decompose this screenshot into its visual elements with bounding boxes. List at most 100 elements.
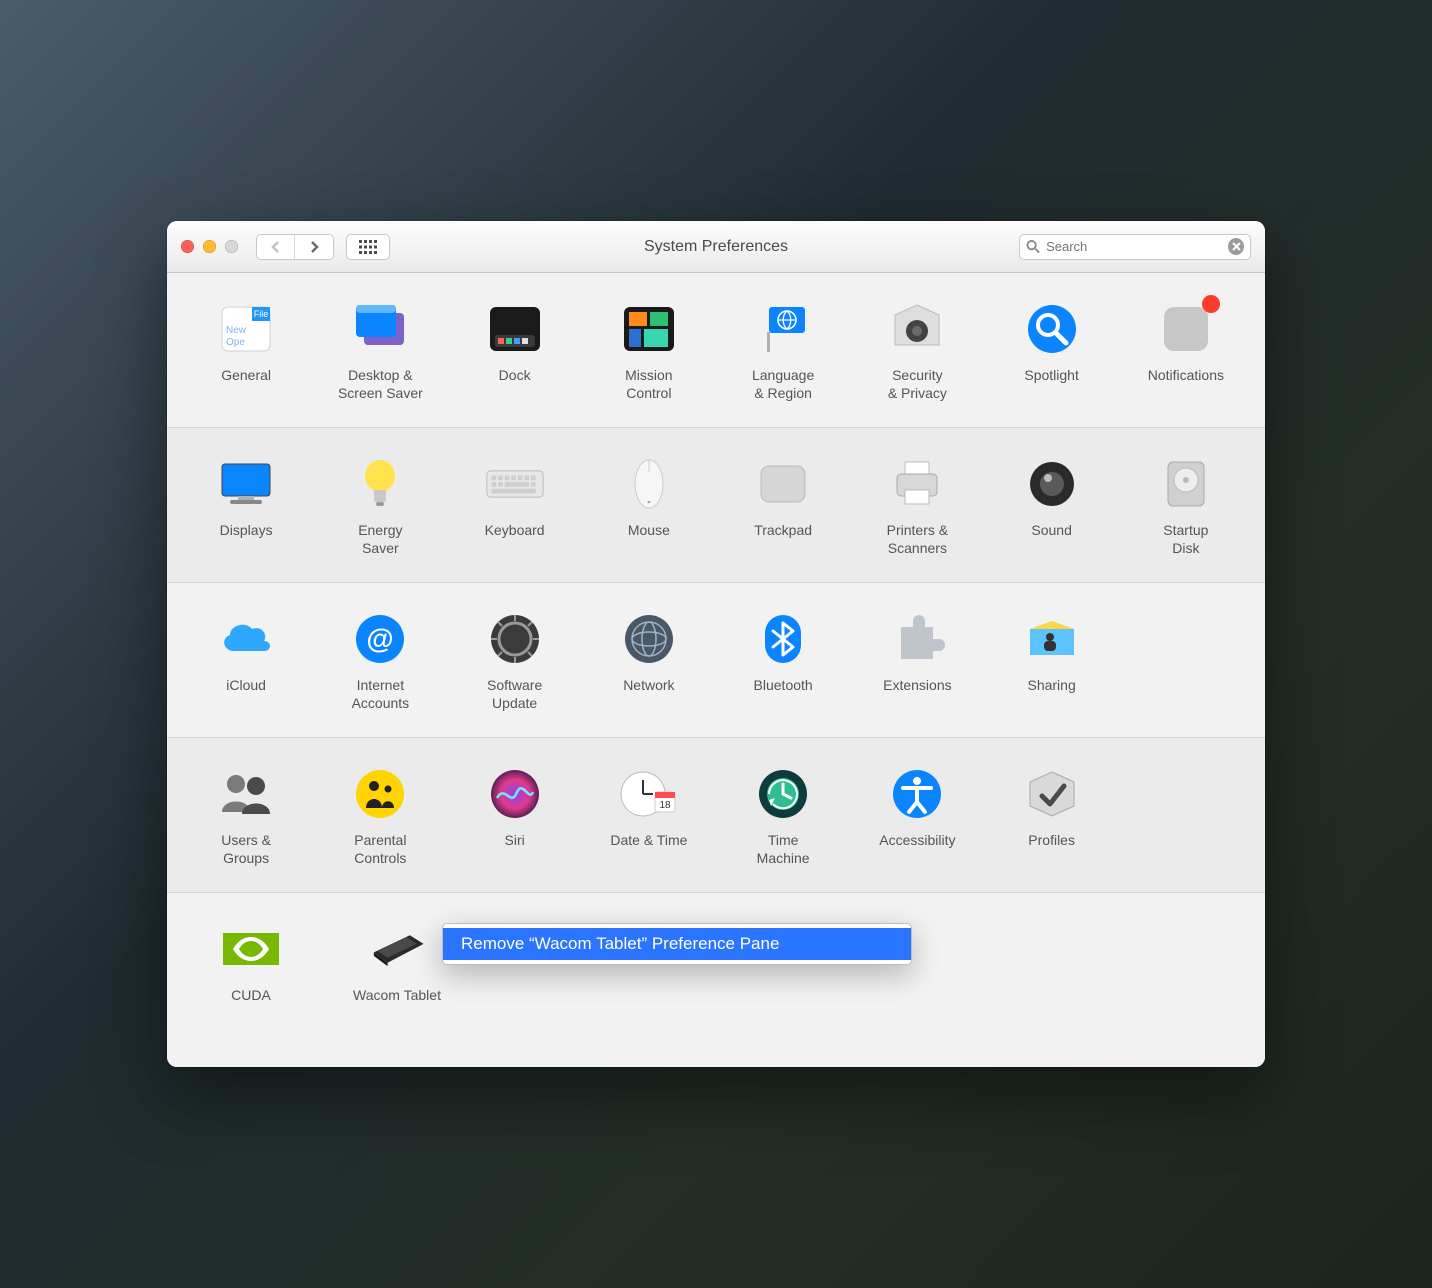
pref-label: iCloud [226,677,266,713]
language-icon [753,299,813,359]
time-machine-icon [753,764,813,824]
pref-siri[interactable]: Siri [448,760,582,872]
pref-label: Siri [505,832,525,868]
pref-row-1: FileNewOpe General Desktop &Screen Saver… [167,273,1265,428]
pref-label: Extensions [883,677,951,713]
pref-label: Accessibility [879,832,955,868]
siri-icon [485,764,545,824]
pref-label: Mouse [628,522,670,558]
startup-disk-icon [1156,454,1216,514]
pref-label: Notifications [1148,367,1224,403]
security-icon [887,299,947,359]
pref-users-groups[interactable]: Users &Groups [179,760,313,872]
pref-sound[interactable]: Sound [985,450,1119,562]
mission-control-icon [619,299,679,359]
pref-internet-accounts[interactable]: @ InternetAccounts [313,605,447,717]
pref-sharing[interactable]: Sharing [985,605,1119,717]
pref-general[interactable]: FileNewOpe General [179,295,313,407]
extensions-icon [887,609,947,669]
pref-security[interactable]: Security& Privacy [850,295,984,407]
parental-icon [350,764,410,824]
pref-energy-saver[interactable]: EnergySaver [313,450,447,562]
pref-software-update[interactable]: SoftwareUpdate [448,605,582,717]
pref-label: Dock [499,367,531,403]
svg-text:Ope: Ope [226,337,245,348]
window-controls [181,240,238,253]
search-icon [1026,239,1040,254]
pref-startup-disk[interactable]: StartupDisk [1119,450,1253,562]
pref-label: Language& Region [752,367,814,403]
pref-bluetooth[interactable]: Bluetooth [716,605,850,717]
users-icon [216,764,276,824]
pref-label: Wacom Tablet [353,987,441,1023]
pref-network[interactable]: Network [582,605,716,717]
pref-extensions[interactable]: Extensions [850,605,984,717]
back-button[interactable] [257,235,295,259]
pref-language-region[interactable]: Language& Region [716,295,850,407]
pref-label: Bluetooth [754,677,813,713]
network-icon [619,609,679,669]
search-input[interactable] [1046,239,1222,254]
sharing-icon [1022,609,1082,669]
grid-icon [359,240,377,254]
forward-button[interactable] [295,235,333,259]
pref-label: Network [623,677,674,713]
zoom-window-button[interactable] [225,240,238,253]
pref-parental-controls[interactable]: ParentalControls [313,760,447,872]
svg-text:@: @ [367,623,394,654]
pref-trackpad[interactable]: Trackpad [716,450,850,562]
pref-label: CUDA [231,987,271,1023]
pref-icloud[interactable]: iCloud [179,605,313,717]
profiles-icon [1022,764,1082,824]
clear-search-button[interactable] [1228,238,1244,255]
pref-mouse[interactable]: Mouse [582,450,716,562]
pref-spotlight[interactable]: Spotlight [985,295,1119,407]
pref-keyboard[interactable]: Keyboard [448,450,582,562]
pref-label: InternetAccounts [352,677,410,713]
system-preferences-window: System Preferences FileNewOpe General [167,221,1265,1067]
pref-label: Printers &Scanners [887,522,948,558]
pref-label: EnergySaver [358,522,402,558]
context-menu: Remove “Wacom Tablet” Preference Pane [442,923,912,965]
close-window-button[interactable] [181,240,194,253]
pref-label: General [221,367,271,403]
pref-profiles[interactable]: Profiles [985,760,1119,872]
context-menu-item-remove[interactable]: Remove “Wacom Tablet” Preference Pane [443,928,911,960]
pref-displays[interactable]: Displays [179,450,313,562]
pref-desktop[interactable]: Desktop &Screen Saver [313,295,447,407]
dock-icon [485,299,545,359]
pref-time-machine[interactable]: TimeMachine [716,760,850,872]
spotlight-icon [1022,299,1082,359]
notifications-icon [1156,299,1216,359]
pref-accessibility[interactable]: Accessibility [850,760,984,872]
pref-label: MissionControl [625,367,672,403]
prefpane-grid: FileNewOpe General Desktop &Screen Saver… [167,273,1265,1067]
pref-notifications[interactable]: Notifications [1119,295,1253,407]
chevron-left-icon [270,241,282,253]
pref-row-4: Users &Groups ParentalControls Siri 18 D… [167,738,1265,893]
displays-icon [216,454,276,514]
svg-text:18: 18 [659,800,671,811]
titlebar: System Preferences [167,221,1265,273]
pref-label: TimeMachine [757,832,810,868]
energy-icon [350,454,410,514]
pref-cuda[interactable]: CUDA [187,915,315,1027]
minimize-window-button[interactable] [203,240,216,253]
show-all-button[interactable] [346,234,390,260]
desktop-icon [350,299,410,359]
software-update-icon [485,609,545,669]
notification-badge [1202,295,1220,313]
keyboard-icon [485,454,545,514]
chevron-right-icon [308,241,320,253]
pref-label: ParentalControls [354,832,406,868]
internet-accounts-icon: @ [350,609,410,669]
pref-row-thirdparty: CUDA Wacom Tablet Remove “Wacom Tablet” … [167,893,1265,1067]
pref-row-2: Displays EnergySaver Keyboard Mouse Trac… [167,428,1265,583]
pref-printers[interactable]: Printers &Scanners [850,450,984,562]
pref-dock[interactable]: Dock [448,295,582,407]
x-icon [1232,242,1241,251]
search-field[interactable] [1019,234,1251,260]
pref-date-time[interactable]: 18 Date & Time [582,760,716,872]
pref-mission-control[interactable]: MissionControl [582,295,716,407]
cuda-icon [221,919,281,979]
